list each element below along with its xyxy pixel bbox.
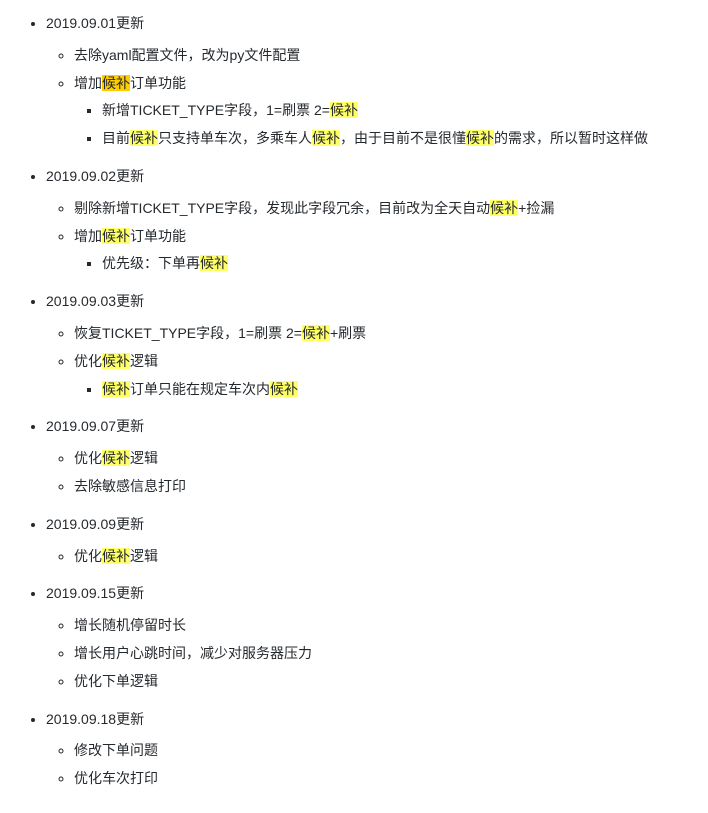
- update-entry: 2019.09.09更新优化候补逻辑: [46, 513, 692, 569]
- highlight: 候补: [200, 255, 228, 271]
- update-items: 剔除新增TICKET_TYPE字段，发现此字段冗余，目前改为全天自动候补+捡漏增…: [46, 197, 692, 276]
- changelog-list: 2019.09.01更新去除yaml配置文件，改为py文件配置增加候补订单功能新…: [16, 12, 692, 791]
- update-item: 优化下单逻辑: [74, 670, 692, 694]
- highlight: 候补: [490, 200, 518, 216]
- update-subitems: 候补订单只能在规定车次内候补: [74, 378, 692, 402]
- update-item: 剔除新增TICKET_TYPE字段，发现此字段冗余，目前改为全天自动候补+捡漏: [74, 197, 692, 221]
- update-item: 增长随机停留时长: [74, 614, 692, 638]
- highlight: 候补: [102, 381, 130, 397]
- update-items: 增长随机停留时长增长用户心跳时间，减少对服务器压力优化下单逻辑: [46, 614, 692, 693]
- update-subitems: 优先级：下单再候补: [74, 252, 692, 276]
- highlight: 候补: [330, 102, 358, 118]
- highlight: 候补: [312, 130, 340, 146]
- highlight: 候补: [102, 353, 130, 369]
- update-entry: 2019.09.03更新恢复TICKET_TYPE字段，1=刷票 2=候补+刷票…: [46, 290, 692, 401]
- update-date: 2019.09.07更新: [46, 415, 692, 439]
- update-entry: 2019.09.01更新去除yaml配置文件，改为py文件配置增加候补订单功能新…: [46, 12, 692, 151]
- update-item: 增加候补订单功能新增TICKET_TYPE字段，1=刷票 2=候补目前候补只支持…: [74, 72, 692, 151]
- update-entry: 2019.09.02更新剔除新增TICKET_TYPE字段，发现此字段冗余，目前…: [46, 165, 692, 276]
- update-subitem: 优先级：下单再候补: [102, 252, 692, 276]
- highlight: 候补: [466, 130, 494, 146]
- update-subitem: 候补订单只能在规定车次内候补: [102, 378, 692, 402]
- update-items: 去除yaml配置文件，改为py文件配置增加候补订单功能新增TICKET_TYPE…: [46, 44, 692, 151]
- highlight: 候补: [102, 450, 130, 466]
- update-date: 2019.09.18更新: [46, 708, 692, 732]
- update-entry: 2019.09.18更新修改下单问题优化车次打印: [46, 708, 692, 791]
- update-subitem: 目前候补只支持单车次，多乘车人候补，由于目前不是很懂候补的需求，所以暂时这样做: [102, 127, 692, 151]
- highlight: 候补: [102, 228, 130, 244]
- update-item: 修改下单问题: [74, 739, 692, 763]
- update-entry: 2019.09.15更新增长随机停留时长增长用户心跳时间，减少对服务器压力优化下…: [46, 582, 692, 693]
- update-items: 修改下单问题优化车次打印: [46, 739, 692, 791]
- update-subitems: 新增TICKET_TYPE字段，1=刷票 2=候补目前候补只支持单车次，多乘车人…: [74, 99, 692, 151]
- highlight: 候补: [102, 75, 130, 91]
- update-item: 去除yaml配置文件，改为py文件配置: [74, 44, 692, 68]
- update-item: 增长用户心跳时间，减少对服务器压力: [74, 642, 692, 666]
- update-item: 优化候补逻辑候补订单只能在规定车次内候补: [74, 350, 692, 402]
- highlight: 候补: [302, 325, 330, 341]
- highlight: 候补: [102, 548, 130, 564]
- update-item: 优化候补逻辑: [74, 447, 692, 471]
- highlight: 候补: [270, 381, 298, 397]
- update-subitem: 新增TICKET_TYPE字段，1=刷票 2=候补: [102, 99, 692, 123]
- update-date: 2019.09.09更新: [46, 513, 692, 537]
- update-date: 2019.09.03更新: [46, 290, 692, 314]
- update-item: 增加候补订单功能优先级：下单再候补: [74, 225, 692, 277]
- update-items: 优化候补逻辑去除敏感信息打印: [46, 447, 692, 499]
- update-items: 恢复TICKET_TYPE字段，1=刷票 2=候补+刷票优化候补逻辑候补订单只能…: [46, 322, 692, 401]
- highlight: 候补: [130, 130, 158, 146]
- update-item: 优化车次打印: [74, 767, 692, 791]
- update-date: 2019.09.01更新: [46, 12, 692, 36]
- update-item: 去除敏感信息打印: [74, 475, 692, 499]
- update-item: 优化候补逻辑: [74, 545, 692, 569]
- update-date: 2019.09.15更新: [46, 582, 692, 606]
- update-entry: 2019.09.07更新优化候补逻辑去除敏感信息打印: [46, 415, 692, 498]
- update-items: 优化候补逻辑: [46, 545, 692, 569]
- update-date: 2019.09.02更新: [46, 165, 692, 189]
- update-item: 恢复TICKET_TYPE字段，1=刷票 2=候补+刷票: [74, 322, 692, 346]
